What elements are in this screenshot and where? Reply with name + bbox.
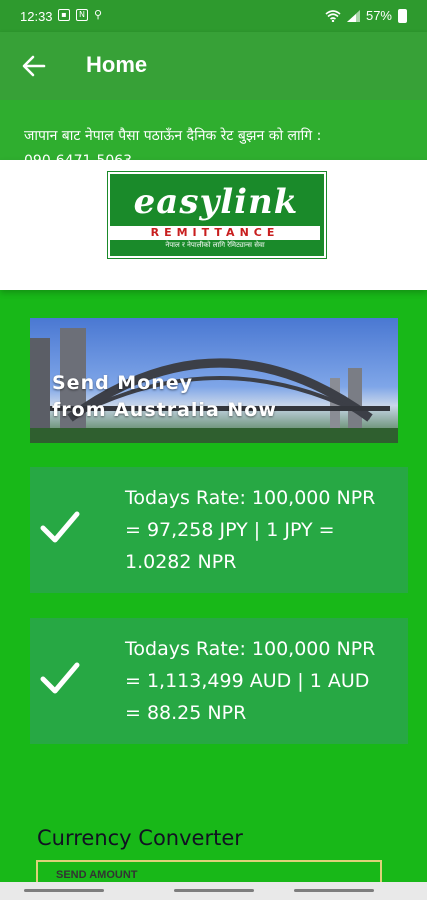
- status-icons-left: ▪ N ⚲: [58, 9, 102, 21]
- page-title: Home: [86, 52, 148, 77]
- nfc-icon: N: [76, 9, 88, 21]
- logo-sub: REMITTANCE: [110, 226, 320, 240]
- banner-line-2: from Australia Now: [52, 399, 277, 421]
- nav-home-button[interactable]: [174, 889, 254, 892]
- app-bar: Home: [0, 32, 427, 100]
- currency-converter-title: Currency Converter: [37, 826, 243, 850]
- send-amount-label: SEND AMOUNT: [56, 869, 138, 881]
- system-nav-bar: [0, 882, 427, 900]
- banner-text: Send Money from Australia Now: [52, 370, 277, 424]
- logo-panel: easylink REMITTANCE नेपाल र नेपालीको लाग…: [0, 160, 427, 290]
- signal-icon: [346, 9, 360, 22]
- banner-line-1: Send Money: [52, 372, 194, 394]
- rate-text-jpy: Todays Rate: 100,000 NPR = 97,258 JPY | …: [125, 487, 376, 573]
- battery-icon: [398, 8, 407, 23]
- usb-icon: ⚲: [94, 8, 103, 21]
- rate-card-jpy: Todays Rate: 100,000 NPR = 97,258 JPY | …: [30, 467, 408, 593]
- check-icon: [40, 662, 80, 694]
- check-icon: [40, 511, 80, 543]
- nav-back-button[interactable]: [294, 889, 374, 892]
- australia-banner[interactable]: Send Money from Australia Now: [30, 318, 398, 443]
- arrow-left-icon[interactable]: [20, 52, 48, 80]
- easylink-logo: easylink REMITTANCE नेपाल र नेपालीको लाग…: [108, 172, 326, 258]
- rate-text-aud: Todays Rate: 100,000 NPR = 1,113,499 AUD…: [125, 638, 376, 724]
- logo-tagline: नेपाल र नेपालीको लागि रेमिट्यान्स सेवा: [165, 241, 265, 249]
- wifi-icon: [325, 9, 341, 22]
- battery-percent: 57%: [365, 8, 392, 23]
- rate-card-aud: Todays Rate: 100,000 NPR = 1,113,499 AUD…: [30, 618, 408, 744]
- status-bar: 12:33 ▪ N ⚲ 57%: [0, 0, 427, 32]
- info-line: जापान बाट नेपाल पैसा पठाऊँन दैनिक रेट बु…: [24, 128, 322, 144]
- nav-recents-button[interactable]: [24, 889, 104, 892]
- status-right: 57%: [325, 8, 407, 23]
- info-strip: जापान बाट नेपाल पैसा पठाऊँन दैनिक रेट बु…: [0, 100, 427, 169]
- logo-main: easylink: [133, 182, 299, 222]
- notification-icon: ▪: [58, 9, 70, 21]
- status-time: 12:33: [20, 9, 53, 24]
